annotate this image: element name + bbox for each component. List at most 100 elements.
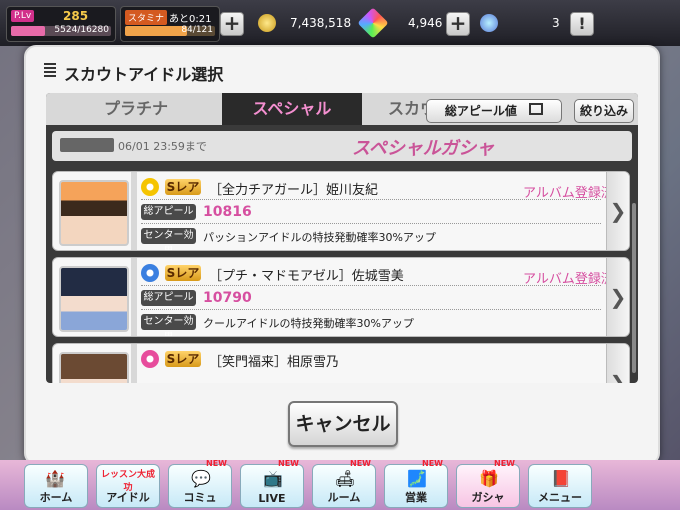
nav-live-label: LIVE	[258, 492, 286, 505]
banner-title: スペシャルガシャ	[352, 138, 495, 159]
nav-idol-label: アイドル	[106, 491, 150, 504]
new-badge: NEW	[206, 459, 227, 468]
idol-name: ［プチ・マドモアゼル］佐城雪美	[209, 269, 404, 284]
cute-attribute-icon	[141, 350, 159, 368]
bottom-nav: 🏰 ホーム レッスン大成功 アイドル NEW 💬 コミュ NEW 📺 LIVE …	[0, 459, 680, 510]
filter-button[interactable]: 絞り込み	[574, 99, 634, 123]
nav-room[interactable]: NEW 🛋 ルーム	[312, 459, 376, 508]
new-badge: NEW	[350, 459, 371, 468]
idol-name: ［全力チアガール］姫川友紀	[209, 183, 379, 198]
jewel-icon	[357, 7, 389, 39]
cancel-button[interactable]: キャンセル	[288, 401, 398, 447]
center-skill-label: センター効果	[141, 228, 196, 250]
chevron-right-icon[interactable]: ❯	[606, 258, 629, 336]
idol-list-item[interactable]: Sレア ［全力チアガール］姫川友紀 アルバム登録済 総アピール 10816 セン…	[52, 171, 630, 251]
center-skill-text: クールアイドルの特技発動確率30%アップ	[203, 317, 414, 330]
center-skill-text: パッションアイドルの特技発動確率30%アップ	[203, 231, 436, 244]
nav-business[interactable]: NEW 🗾 営業	[384, 459, 448, 508]
nav-commu[interactable]: NEW 💬 コミュ	[168, 459, 232, 508]
idol-list-item[interactable]: Sレア ［プチ・マドモアゼル］佐城雪美 アルバム登録済 総アピール 10790 …	[52, 257, 630, 337]
book-icon: 📕	[551, 469, 571, 488]
sort-appeal-button[interactable]: 総アピール値	[426, 99, 562, 123]
cool-attribute-icon	[141, 264, 159, 282]
rarity-badge: Sレア	[165, 265, 201, 281]
new-badge: NEW	[494, 459, 515, 468]
tab-platinum[interactable]: プラチナ	[76, 93, 196, 125]
sofa-icon: 🛋	[335, 469, 356, 488]
card-divider	[131, 344, 137, 383]
nav-gacha[interactable]: NEW 🎁 ガシャ	[456, 459, 520, 508]
scrollbar[interactable]	[632, 203, 636, 373]
exp-value: 5524/16280	[54, 25, 109, 35]
center-skill-label: センター効果	[141, 314, 196, 336]
exp-bar: 5524/16280	[11, 25, 111, 36]
idol-thumbnail	[59, 266, 129, 332]
info-button[interactable]: !	[570, 12, 594, 36]
stamina-time: あと0:21	[169, 14, 212, 25]
grip-icon	[44, 63, 56, 77]
rarity-badge: Sレア	[165, 351, 201, 367]
stamina-bar-fill	[125, 26, 188, 36]
passion-attribute-icon	[141, 178, 159, 196]
stamina-bar: 84/121	[125, 25, 215, 36]
rarity-badge: Sレア	[165, 179, 201, 195]
stamina-label: スタミナ	[125, 10, 168, 25]
nav-commu-label: コミュ	[183, 491, 217, 504]
plv-value: 285	[63, 9, 89, 23]
castle-icon: 🏰	[45, 469, 65, 488]
nav-home-label: ホーム	[39, 491, 73, 504]
scout-idol-select-dialog: スカウトアイドル選択 プラチナ スペシャル スカウ 総アピール値 絞り込み 06…	[24, 45, 660, 465]
nav-room-label: ルーム	[327, 491, 361, 504]
dialog-title: スカウトアイドル選択	[64, 65, 224, 84]
appeal-label: 総アピール	[141, 290, 196, 306]
idol-name: ［笑門福来］相原雪乃	[209, 355, 340, 370]
tab-special[interactable]: スペシャル	[222, 93, 362, 125]
map-icon: 🗾	[407, 469, 427, 488]
scout-list-panel: プラチナ スペシャル スカウ 総アピール値 絞り込み 06/01 23:59まで…	[46, 93, 638, 383]
tv-icon: 📺	[263, 469, 283, 488]
stamina-value: 84/121	[181, 25, 213, 35]
new-badge: NEW	[422, 459, 443, 468]
coin-icon	[258, 14, 276, 32]
stamina-panel: スタミナ あと0:21 84/121	[120, 6, 220, 42]
nav-idol[interactable]: レッスン大成功 アイドル	[96, 464, 160, 508]
gacha-banner: 06/01 23:59まで スペシャルガシャ	[52, 131, 632, 161]
card-divider	[131, 258, 137, 336]
nav-live[interactable]: NEW 📺 LIVE	[240, 459, 304, 508]
idol-list-item[interactable]: Sレア ［笑門福来］相原雪乃 ❯	[52, 343, 630, 383]
nav-gacha-label: ガシャ	[471, 491, 505, 504]
chevron-right-icon[interactable]: ❯	[606, 172, 629, 250]
jewel-plus-button[interactable]: +	[446, 12, 470, 36]
nav-menu-label: メニュー	[538, 491, 582, 504]
period-badge	[60, 138, 114, 152]
jewel-value: 4,946	[408, 16, 443, 30]
sort-icon	[529, 103, 544, 115]
gacha-icon: 🎁	[479, 469, 499, 488]
stamina-plus-button[interactable]: +	[220, 12, 244, 36]
plv-panel: P.Lv 285 5524/16280	[6, 6, 116, 42]
chat-icon: 💬	[191, 469, 211, 488]
divider	[141, 285, 601, 286]
divider	[141, 309, 601, 310]
nav-menu[interactable]: 📕 メニュー	[528, 464, 592, 508]
appeal-label: 総アピール	[141, 204, 196, 220]
item-value: 3	[552, 16, 560, 30]
nav-home[interactable]: 🏰 ホーム	[24, 464, 88, 508]
card-divider	[131, 172, 137, 250]
divider	[141, 223, 601, 224]
idol-thumbnail	[59, 180, 129, 246]
chevron-right-icon[interactable]: ❯	[606, 344, 629, 383]
plv-label: P.Lv	[11, 10, 35, 22]
new-badge: NEW	[278, 459, 299, 468]
status-bar: P.Lv 285 5524/16280 スタミナ あと0:21 84/121 +…	[0, 0, 680, 46]
appeal-value: 10816	[203, 204, 252, 220]
sort-appeal-label: 総アピール値	[444, 104, 517, 118]
exp-bar-fill	[11, 26, 45, 36]
appeal-value: 10790	[203, 290, 252, 306]
idol-thumbnail	[59, 352, 129, 383]
divider	[141, 199, 601, 200]
item-icon	[480, 14, 498, 32]
banner-date: 06/01 23:59まで	[118, 140, 207, 153]
nav-business-label: 営業	[405, 491, 427, 504]
money-value: 7,438,518	[290, 16, 352, 30]
